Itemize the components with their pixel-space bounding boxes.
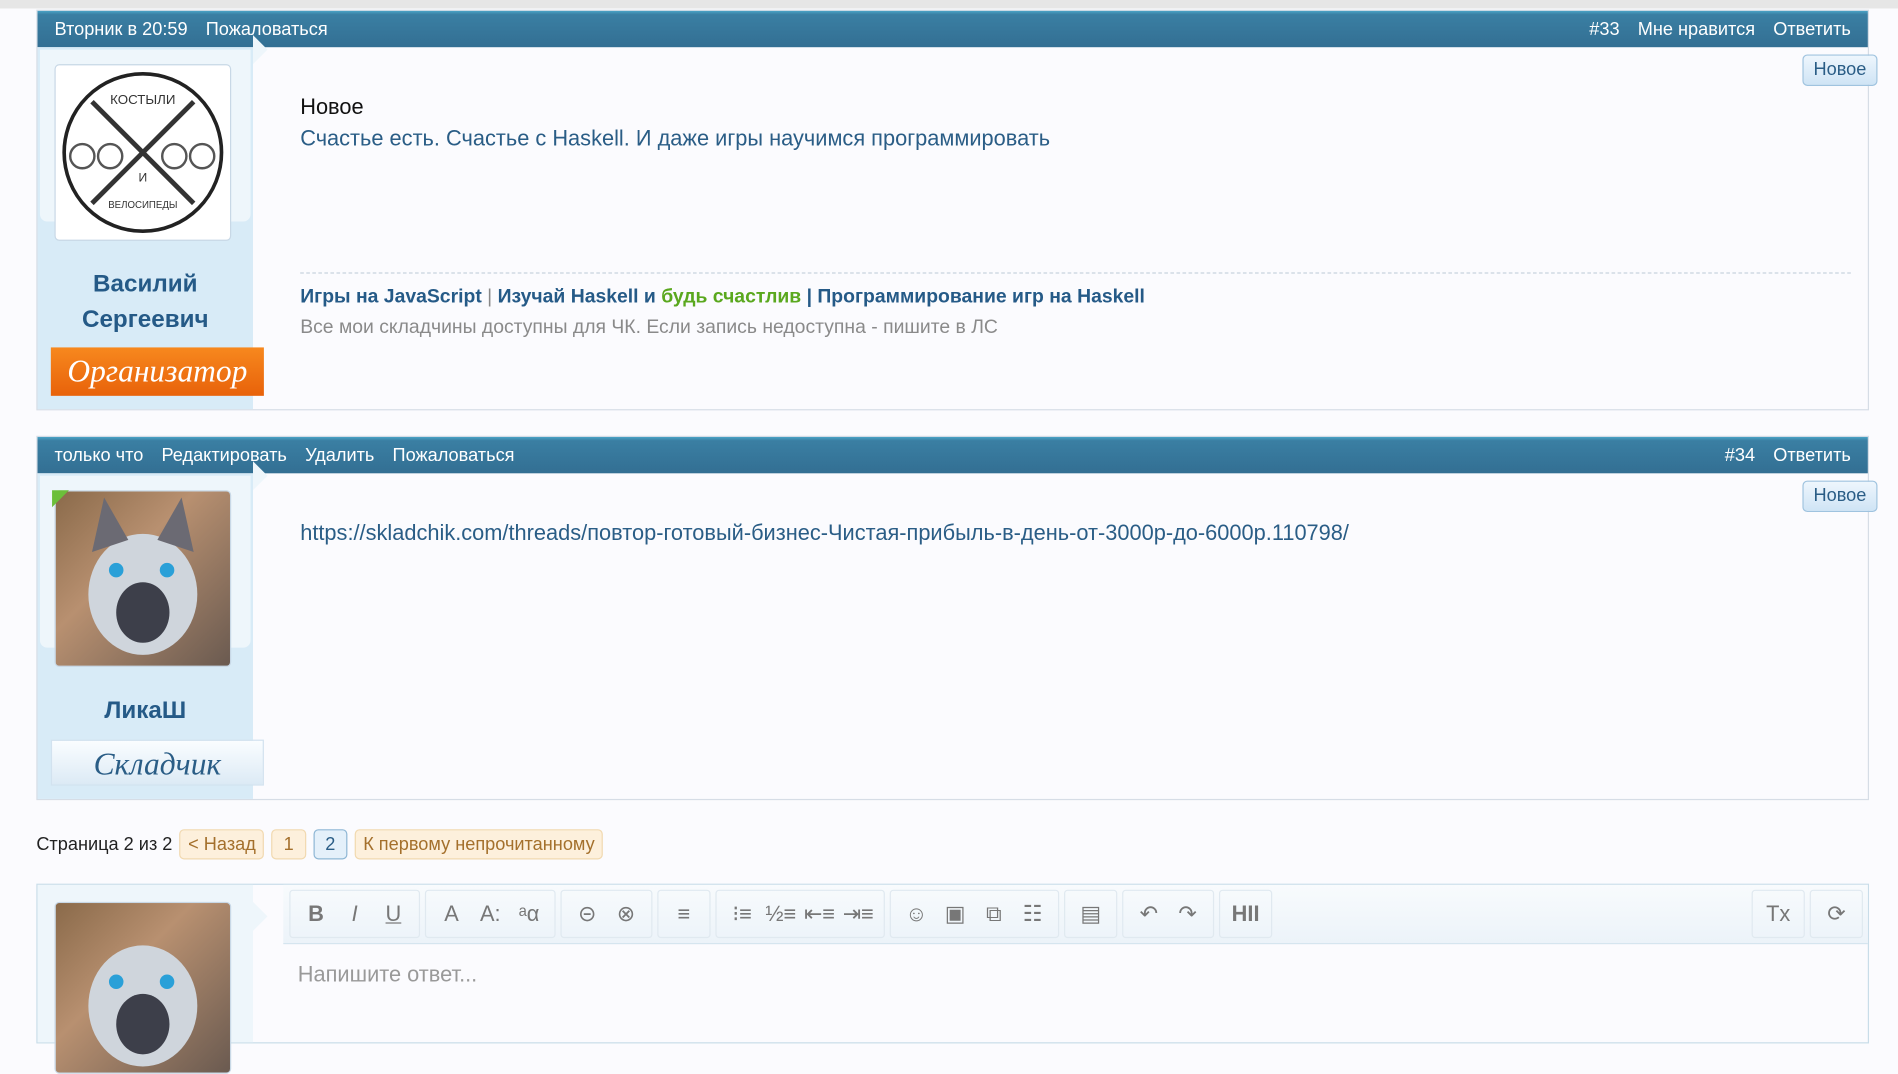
sig-link-haskell[interactable]: Изучай Haskell и [498, 287, 662, 308]
role-badge-member: Складчик [50, 739, 264, 786]
editor-toolbar: B I U A A: ᵃα ⊝ ⊗ ≡ ⁝≡ ½≡ ⇤≡ ⇥≡ ☺ ▣ ⧉ ☷ ▤ ↶ ↷ HII Tx ⟳ [283, 884, 1868, 945]
avatar-cat [88, 945, 198, 1067]
bb-code-icon[interactable]: HII [1226, 901, 1265, 926]
post-33: Вторник в 20:59 Пожаловаться #33 Мне нра… [36, 9, 1878, 411]
post-34: только что Редактировать Удалить Пожалов… [36, 435, 1878, 801]
avatar[interactable] [54, 490, 232, 667]
sig-link-happy[interactable]: будь счастлив [661, 287, 801, 308]
italic-icon[interactable]: I [335, 901, 374, 926]
pagination: Страница 2 из 2 < Назад 1 2 К первому не… [36, 829, 604, 860]
font-size-icon[interactable]: A: [471, 901, 510, 926]
post-date[interactable]: Вторник в 20:59 [54, 19, 187, 40]
media-icon[interactable]: ⧉ [974, 901, 1013, 926]
sig-link-games[interactable]: Программирование игр на Haskell [817, 287, 1145, 308]
post-content: Новое https://skladchik.com/threads/повт… [300, 473, 1878, 799]
numbered-list-icon[interactable]: ½≡ [761, 901, 800, 926]
quote-icon[interactable]: ☷ [1013, 901, 1052, 926]
font-family-icon[interactable]: ᵃα [510, 901, 549, 926]
post-link[interactable]: https://skladchik.com/threads/повтор-гот… [300, 521, 1349, 546]
toolbar-group: HII [1218, 889, 1273, 939]
signature-links: Игры на JavaScript | Изучай Haskell и бу… [300, 286, 1145, 308]
image-icon[interactable]: ▣ [936, 901, 975, 926]
redo-icon[interactable]: ↷ [1168, 901, 1207, 926]
bold-icon[interactable]: B [297, 901, 336, 926]
edit-link[interactable]: Редактировать [161, 445, 286, 466]
text-color-icon[interactable]: A [432, 901, 471, 926]
author-name[interactable]: ЛикаШ [38, 694, 253, 729]
avatar[interactable]: КОСТЫЛИ И ВЕЛОСИПЕДЫ [54, 64, 232, 241]
delete-link[interactable]: Удалить [305, 445, 374, 466]
toolbar-group: ↶ ↷ [1122, 889, 1215, 939]
post-date[interactable]: только что [54, 445, 143, 466]
like-link[interactable]: Мне нравится [1638, 19, 1755, 40]
bullet-list-icon[interactable]: ⁝≡ [723, 901, 762, 926]
toolbar-group: ≡ [657, 889, 711, 939]
reply-input[interactable]: Напишите ответ... [298, 962, 477, 987]
user-info [37, 884, 253, 1074]
post-header: Вторник в 20:59 Пожаловаться #33 Мне нра… [37, 10, 1868, 48]
toolbar-group: BIU [289, 889, 421, 939]
underline-icon[interactable]: U [374, 901, 413, 926]
save-draft-icon[interactable]: ▤ [1071, 901, 1110, 926]
toolbar-group: ⁝≡ ½≡ ⇤≡ ⇥≡ [715, 889, 885, 939]
reply-link[interactable]: Ответить [1773, 19, 1851, 40]
new-badge: Новое [1802, 54, 1878, 86]
toolbar-group: ⟳ [1809, 889, 1863, 939]
post-header: только что Редактировать Удалить Пожалов… [37, 436, 1868, 474]
post-number[interactable]: #33 [1589, 19, 1619, 40]
first-unread-button[interactable]: К первому непрочитанному [354, 829, 604, 860]
user-info: КОСТЫЛИ И ВЕЛОСИПЕДЫ Василий Сергеевич Ор… [37, 47, 264, 410]
avatar-cat [88, 497, 198, 655]
new-badge: Новое [1802, 480, 1878, 513]
page-label: Страница 2 из 2 [36, 834, 173, 855]
reply-editor: B I U A A: ᵃα ⊝ ⊗ ≡ ⁝≡ ½≡ ⇤≡ ⇥≡ ☺ ▣ ⧉ ☷ ▤ ↶ ↷ HII Tx ⟳ Напишит… [36, 883, 1870, 1074]
toolbar-group: ⊝ ⊗ [560, 889, 653, 939]
speech-arrow [252, 901, 268, 931]
post-text-blue: Счастье есть. Счастье с Haskell. И даже … [300, 125, 1051, 151]
role-badge-organizer: Организатор [50, 347, 264, 396]
align-icon[interactable]: ≡ [665, 901, 704, 926]
post-content: Новое Новое Счастье есть. Счастье с Hask… [300, 47, 1878, 409]
toolbar-group: ☺ ▣ ⧉ ☷ [889, 889, 1060, 939]
svg-text:ВЕЛОСИПЕДЫ: ВЕЛОСИПЕДЫ [108, 200, 177, 211]
unlink-icon[interactable]: ⊗ [606, 901, 645, 926]
svg-text:И: И [138, 171, 147, 185]
author-name[interactable]: Василий Сергеевич [38, 268, 253, 338]
online-indicator [52, 490, 69, 508]
smilies-icon[interactable]: ☺ [897, 901, 936, 926]
post-number[interactable]: #34 [1725, 445, 1755, 466]
link-icon[interactable]: ⊝ [568, 901, 607, 926]
avatar-logo: КОСТЫЛИ И ВЕЛОСИПЕДЫ [62, 72, 224, 234]
indent-icon[interactable]: ⇥≡ [839, 901, 878, 926]
toolbar-group: Tx [1751, 889, 1805, 939]
signature-note: Все мои складчины доступны для ЧК. Если … [300, 317, 998, 338]
reply-link[interactable]: Ответить [1773, 445, 1851, 466]
page-2-button[interactable]: 2 [313, 829, 348, 860]
user-info: ЛикаШ Складчик [37, 473, 264, 799]
page-1-button[interactable]: 1 [271, 829, 306, 860]
post-text: Новое [300, 94, 364, 119]
avatar [54, 901, 232, 1074]
undo-icon[interactable]: ↶ [1129, 901, 1168, 926]
prev-page-button[interactable]: < Назад [179, 829, 265, 860]
report-link[interactable]: Пожаловаться [393, 445, 515, 466]
outdent-icon[interactable]: ⇤≡ [800, 901, 839, 926]
remove-format-icon[interactable]: Tx [1759, 901, 1798, 926]
page: Вторник в 20:59 Пожаловаться #33 Мне нра… [0, 0, 1898, 1074]
sig-link-js[interactable]: Игры на JavaScript [300, 287, 482, 308]
toolbar-group: A A: ᵃα [424, 889, 556, 939]
restore-draft-icon[interactable]: ⟳ [1817, 901, 1856, 926]
signature-divider [300, 272, 1851, 274]
top-strip [0, 0, 1898, 9]
toolbar-group: ▤ [1064, 889, 1118, 939]
speech-arrow [252, 35, 268, 65]
svg-text:КОСТЫЛИ: КОСТЫЛИ [110, 92, 175, 107]
speech-arrow [252, 461, 268, 491]
